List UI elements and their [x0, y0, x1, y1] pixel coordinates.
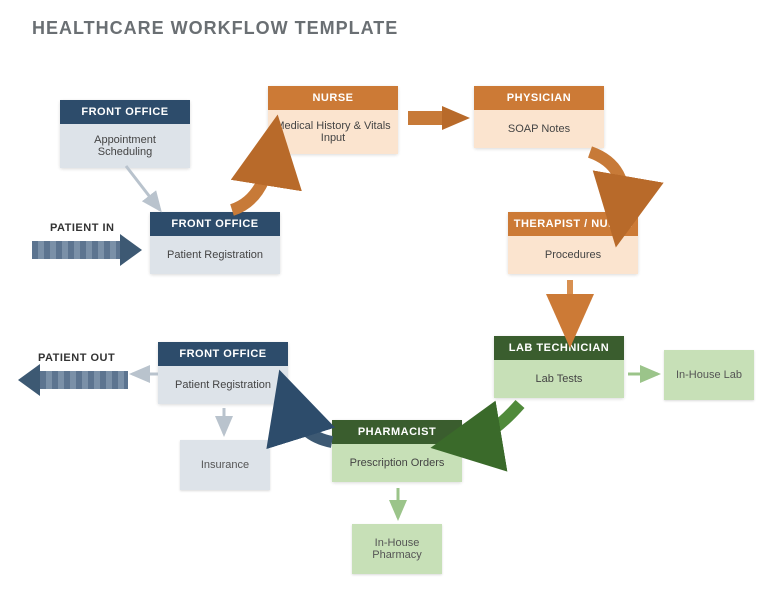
arrow-patient-in	[32, 234, 142, 266]
node-role: NURSE	[268, 86, 398, 110]
node-pharmacist: PHARMACIST Prescription Orders	[332, 420, 462, 482]
node-therapist: THERAPIST / NURSE Procedures	[508, 212, 638, 274]
connector-foout-to-insurance	[216, 406, 236, 442]
node-task: Prescription Orders	[332, 444, 462, 482]
node-role: PHARMACIST	[332, 420, 462, 444]
node-task: Patient Registration	[158, 366, 288, 404]
aux-in-house-lab: In-House Lab	[664, 350, 754, 400]
node-task: Patient Registration	[150, 236, 280, 274]
arrow-lab-to-pharmacist	[460, 398, 530, 458]
node-role: FRONT OFFICE	[150, 212, 280, 236]
connector-lab-to-inhouse	[626, 366, 666, 386]
node-task: Medical History & Vitals Input	[268, 110, 398, 154]
aux-insurance: Insurance	[180, 440, 270, 490]
node-front-office-out: FRONT OFFICE Patient Registration	[158, 342, 288, 404]
connector-therapist-to-lab	[556, 278, 586, 338]
arrow-pharmacist-to-foout	[280, 396, 340, 456]
label-patient-out: PATIENT OUT	[38, 352, 115, 364]
node-role: LAB TECHNICIAN	[494, 336, 624, 360]
node-role: THERAPIST / NURSE	[508, 212, 638, 236]
node-lab-technician: LAB TECHNICIAN Lab Tests	[494, 336, 624, 398]
node-physician: PHYSICIAN SOAP Notes	[474, 86, 604, 148]
connector-pharm-to-inhouse	[390, 486, 410, 526]
node-role: FRONT OFFICE	[60, 100, 190, 124]
node-role: FRONT OFFICE	[158, 342, 288, 366]
aux-in-house-pharmacy: In-House Pharmacy	[352, 524, 442, 574]
node-task: Lab Tests	[494, 360, 624, 398]
node-role: PHYSICIAN	[474, 86, 604, 110]
node-task: Appointment Scheduling	[60, 124, 190, 168]
arrow-patient-out	[18, 364, 128, 396]
node-task: Procedures	[508, 236, 638, 274]
arrow-nurse-to-physician	[404, 104, 474, 134]
node-front-office-registration: FRONT OFFICE Patient Registration	[150, 212, 280, 274]
connector-foout-to-patientout	[128, 366, 162, 386]
node-front-office-appointment: FRONT OFFICE Appointment Scheduling	[60, 100, 190, 168]
label-patient-in: PATIENT IN	[50, 222, 114, 234]
node-task: SOAP Notes	[474, 110, 604, 148]
node-nurse: NURSE Medical History & Vitals Input	[268, 86, 398, 154]
page-title: HEALTHCARE WORKFLOW TEMPLATE	[32, 18, 398, 39]
